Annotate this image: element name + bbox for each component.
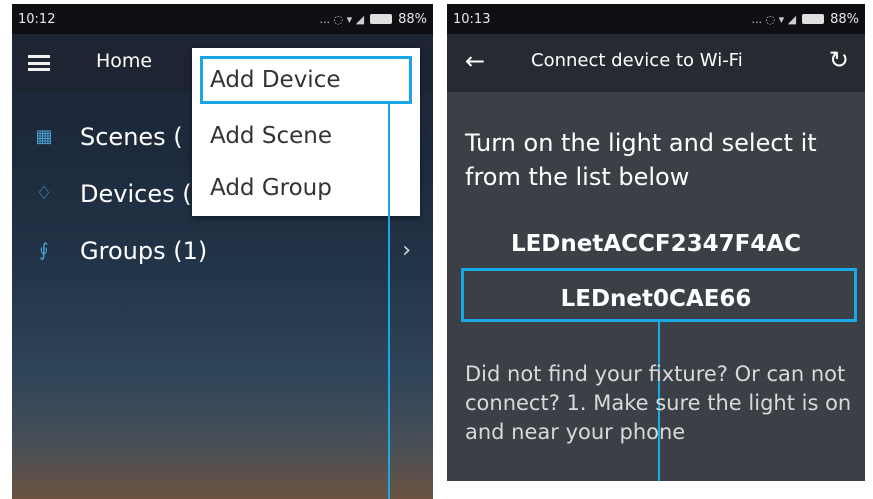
status-time: 10:13 [453,11,491,27]
battery-icon [370,14,393,24]
right-phone-screen: 10:13 ... ◌ ▾ ◢ 88% ← Connect device to … [447,4,865,499]
status-bar: 10:13 ... ◌ ▾ ◢ 88% [447,4,865,34]
page-title: Connect device to Wi-Fi [531,50,743,71]
battery-percent: 88% [830,11,859,27]
add-device-highlight [200,56,412,104]
list-item-label: Devices ( [80,179,192,208]
add-scene-menu-item[interactable]: Add Scene [192,108,420,164]
list-item-label: Groups (1) [80,236,208,265]
bulb-icon: ♢ [35,183,53,204]
signal-icons: ... ◌ ▾ ◢ [319,12,365,26]
app-bar: ← Connect device to Wi-Fi ↻ [447,34,865,92]
status-time: 10:12 [18,11,56,27]
callout-line [388,104,390,499]
list-item-groups[interactable]: ⨚ Groups (1) › [12,222,433,279]
status-bar: 10:12 ... ◌ ▾ ◢ 88% [12,4,433,34]
signal-icons: ... ◌ ▾ ◢ [751,12,797,26]
list-item-label: Scenes ( [80,122,183,151]
page-title: Home [96,50,153,72]
menu-icon[interactable] [28,55,50,71]
battery-icon [802,14,825,24]
bottom-edge [447,481,865,499]
status-icons: ... ◌ ▾ ◢ 88% [752,12,859,27]
battery-percent: 88% [398,11,427,27]
chevron-right-icon: › [402,238,411,263]
instruction-text: Turn on the light and select it from the… [465,129,817,191]
add-group-menu-item[interactable]: Add Group [192,160,420,216]
refresh-icon[interactable]: ↻ [829,46,849,74]
scenes-icon: ▦ [35,126,53,147]
groups-icon: ⨚ [39,240,49,261]
status-icons: ... ◌ ▾ ◢ 88% [320,12,427,27]
device-item-accf[interactable]: LEDnetACCF2347F4AC [447,218,865,270]
left-phone-screen: 10:12 ... ◌ ▾ ◢ 88% Home ▦ Scenes ( ♢ De… [12,4,433,499]
help-text: Did not find your fixture? Or can not co… [465,362,852,444]
device-highlight [461,268,857,322]
back-arrow-icon[interactable]: ← [465,47,485,75]
